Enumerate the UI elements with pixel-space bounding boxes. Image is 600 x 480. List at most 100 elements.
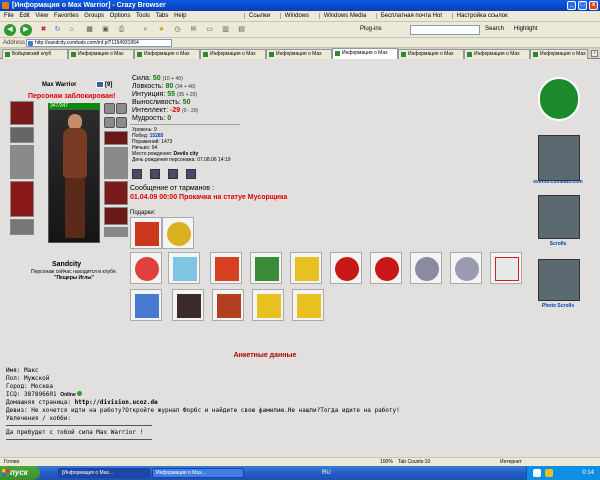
search-icon[interactable]: ⌕ — [140, 25, 151, 35]
minimize-button[interactable]: _ — [567, 1, 576, 10]
stop-icon[interactable]: ✖ — [38, 25, 49, 35]
scrolls-banner-icon[interactable] — [538, 195, 580, 239]
search-input[interactable] — [410, 25, 480, 35]
menu-tabs[interactable]: Tabs — [156, 13, 169, 19]
menu-tools[interactable]: Tools — [136, 13, 150, 19]
tray-network-icon[interactable] — [545, 469, 553, 477]
clan-emblem-icon-1[interactable] — [132, 169, 142, 179]
boots-slot[interactable] — [104, 207, 128, 225]
earring-slot[interactable] — [104, 103, 115, 114]
tab-info-6[interactable]: Информация о Max — [398, 49, 464, 59]
refresh-icon[interactable]: ↻ — [52, 25, 63, 35]
helmet-slot[interactable] — [10, 101, 34, 125]
photo-scrolls-banner-icon[interactable] — [538, 259, 580, 301]
tab-info-7[interactable]: Информация о Max — [464, 49, 530, 59]
taskbar-item[interactable]: Информация о Max... — [152, 468, 244, 478]
gift-item[interactable] — [130, 252, 162, 284]
gift-item[interactable] — [130, 289, 162, 321]
link-windows-media[interactable]: Windows Media — [318, 13, 371, 19]
belt-slot[interactable] — [10, 219, 34, 235]
menu-groups[interactable]: Groups — [84, 13, 104, 19]
menu-edit[interactable]: Edit — [19, 13, 29, 19]
menu-file[interactable]: File — [4, 13, 14, 19]
menu-help[interactable]: Help — [174, 13, 186, 19]
tab-info-2[interactable]: Информация о Max — [134, 49, 200, 59]
back-arrow-icon[interactable]: ◀ — [4, 24, 16, 36]
cascade-icon[interactable]: ▤ — [236, 25, 247, 35]
taskbar-item[interactable]: [Информация о Max... — [58, 468, 150, 478]
armor-slot[interactable] — [10, 181, 34, 217]
events-logo-icon[interactable] — [538, 77, 580, 121]
menu-options[interactable]: Options — [110, 13, 131, 19]
link-customize[interactable]: Настройка ссылок — [451, 13, 512, 19]
mail-icon[interactable]: ✉ — [188, 25, 199, 35]
profile-data: Имя: Макс Пол: Мужской Город: Москва ICQ… — [6, 367, 400, 443]
menu-favorites[interactable]: Favorites — [54, 13, 79, 19]
tab-info-active[interactable]: Информация о Max — [332, 48, 398, 59]
tab-info-3[interactable]: Информация о Max — [200, 49, 266, 59]
forward-arrow-icon[interactable]: ▶ — [20, 24, 32, 36]
weapon-slot[interactable] — [10, 145, 34, 179]
homepage-link[interactable]: http://division.ucoz.de — [75, 399, 158, 406]
gift-item[interactable] — [330, 252, 362, 284]
extra-slot[interactable] — [104, 227, 128, 237]
gift-item[interactable] — [370, 252, 402, 284]
tab-scroll-arrow-icon[interactable]: › — [591, 50, 598, 57]
window-title: [Информация о Max Warrior] - Crazy Brows… — [12, 2, 166, 9]
address-input[interactable]: http://sandcity.combats.com/inf.pl?11549… — [26, 39, 172, 47]
gift-item[interactable] — [290, 252, 322, 284]
gift-item[interactable] — [410, 252, 442, 284]
gift-item[interactable] — [168, 252, 200, 284]
bracers-slot[interactable] — [10, 127, 34, 143]
link-windows[interactable]: Windows — [279, 13, 314, 19]
close-button[interactable]: x — [589, 1, 598, 10]
gift-item[interactable] — [210, 252, 242, 284]
necklace-slot[interactable] — [116, 103, 127, 114]
start-button[interactable]: пуск — [0, 466, 40, 480]
gift-item[interactable] — [130, 217, 162, 249]
club-location-name: "Пещеры Иглы" — [54, 275, 94, 281]
scrolls-link[interactable]: Scrolls — [528, 241, 588, 247]
clan-emblem-icon-4[interactable] — [186, 169, 196, 179]
ring-slot-2[interactable] — [116, 117, 127, 128]
pants-slot[interactable] — [104, 181, 128, 205]
gloves-slot[interactable] — [104, 131, 128, 145]
gift-item[interactable] — [450, 252, 482, 284]
favorites-star-icon[interactable]: ★ — [156, 25, 167, 35]
print-icon[interactable]: ⎙ — [116, 25, 127, 35]
close-tab-icon[interactable]: ▣ — [100, 25, 111, 35]
avatar-body — [63, 128, 87, 178]
window-icon[interactable]: ▭ — [204, 25, 215, 35]
gift-item[interactable] — [212, 289, 244, 321]
ring-slot-1[interactable] — [104, 117, 115, 128]
tab-info-4[interactable]: Информация о Max — [266, 49, 332, 59]
menu-view[interactable]: View — [35, 13, 48, 19]
scroll-banner-icon[interactable] — [538, 135, 580, 181]
clan-emblem-icon-2[interactable] — [150, 169, 160, 179]
photo-scrolls-link[interactable]: Photo Scrolls — [528, 303, 588, 309]
history-icon[interactable]: ◷ — [172, 25, 183, 35]
plugins-label[interactable]: Plug-ins — [360, 26, 382, 32]
clan-emblem-icon-3[interactable] — [168, 169, 178, 179]
gift-item[interactable] — [292, 289, 324, 321]
home-icon[interactable]: ⌂ — [66, 25, 77, 35]
gift-item[interactable] — [172, 289, 204, 321]
tile-icon[interactable]: ▥ — [220, 25, 231, 35]
window-title-bar[interactable]: [Информация о Max Warrior] - Crazy Brows… — [0, 0, 600, 11]
tray-app-icon[interactable] — [533, 469, 541, 477]
tab-info-1[interactable]: Информация о Max — [68, 49, 134, 59]
search-button[interactable]: Search — [485, 26, 504, 32]
language-indicator[interactable]: RU — [322, 466, 331, 480]
highlight-button[interactable]: Highlight — [514, 26, 537, 32]
link-free-mail[interactable]: Бесплатная почта Hot — [375, 13, 446, 19]
gift-item[interactable] — [490, 252, 522, 284]
gift-item[interactable] — [252, 289, 284, 321]
new-tab-icon[interactable]: ▦ — [84, 25, 95, 35]
gift-item[interactable] — [250, 252, 282, 284]
maximize-button[interactable]: □ — [578, 1, 587, 10]
shield-slot[interactable] — [104, 147, 128, 179]
tab-info-8[interactable]: Информация о Max — [530, 49, 588, 59]
gift-item[interactable] — [162, 217, 194, 249]
clock[interactable]: 0:14 — [582, 466, 594, 480]
tab-combats-club[interactable]: Бойцовский клуб — [2, 49, 68, 59]
